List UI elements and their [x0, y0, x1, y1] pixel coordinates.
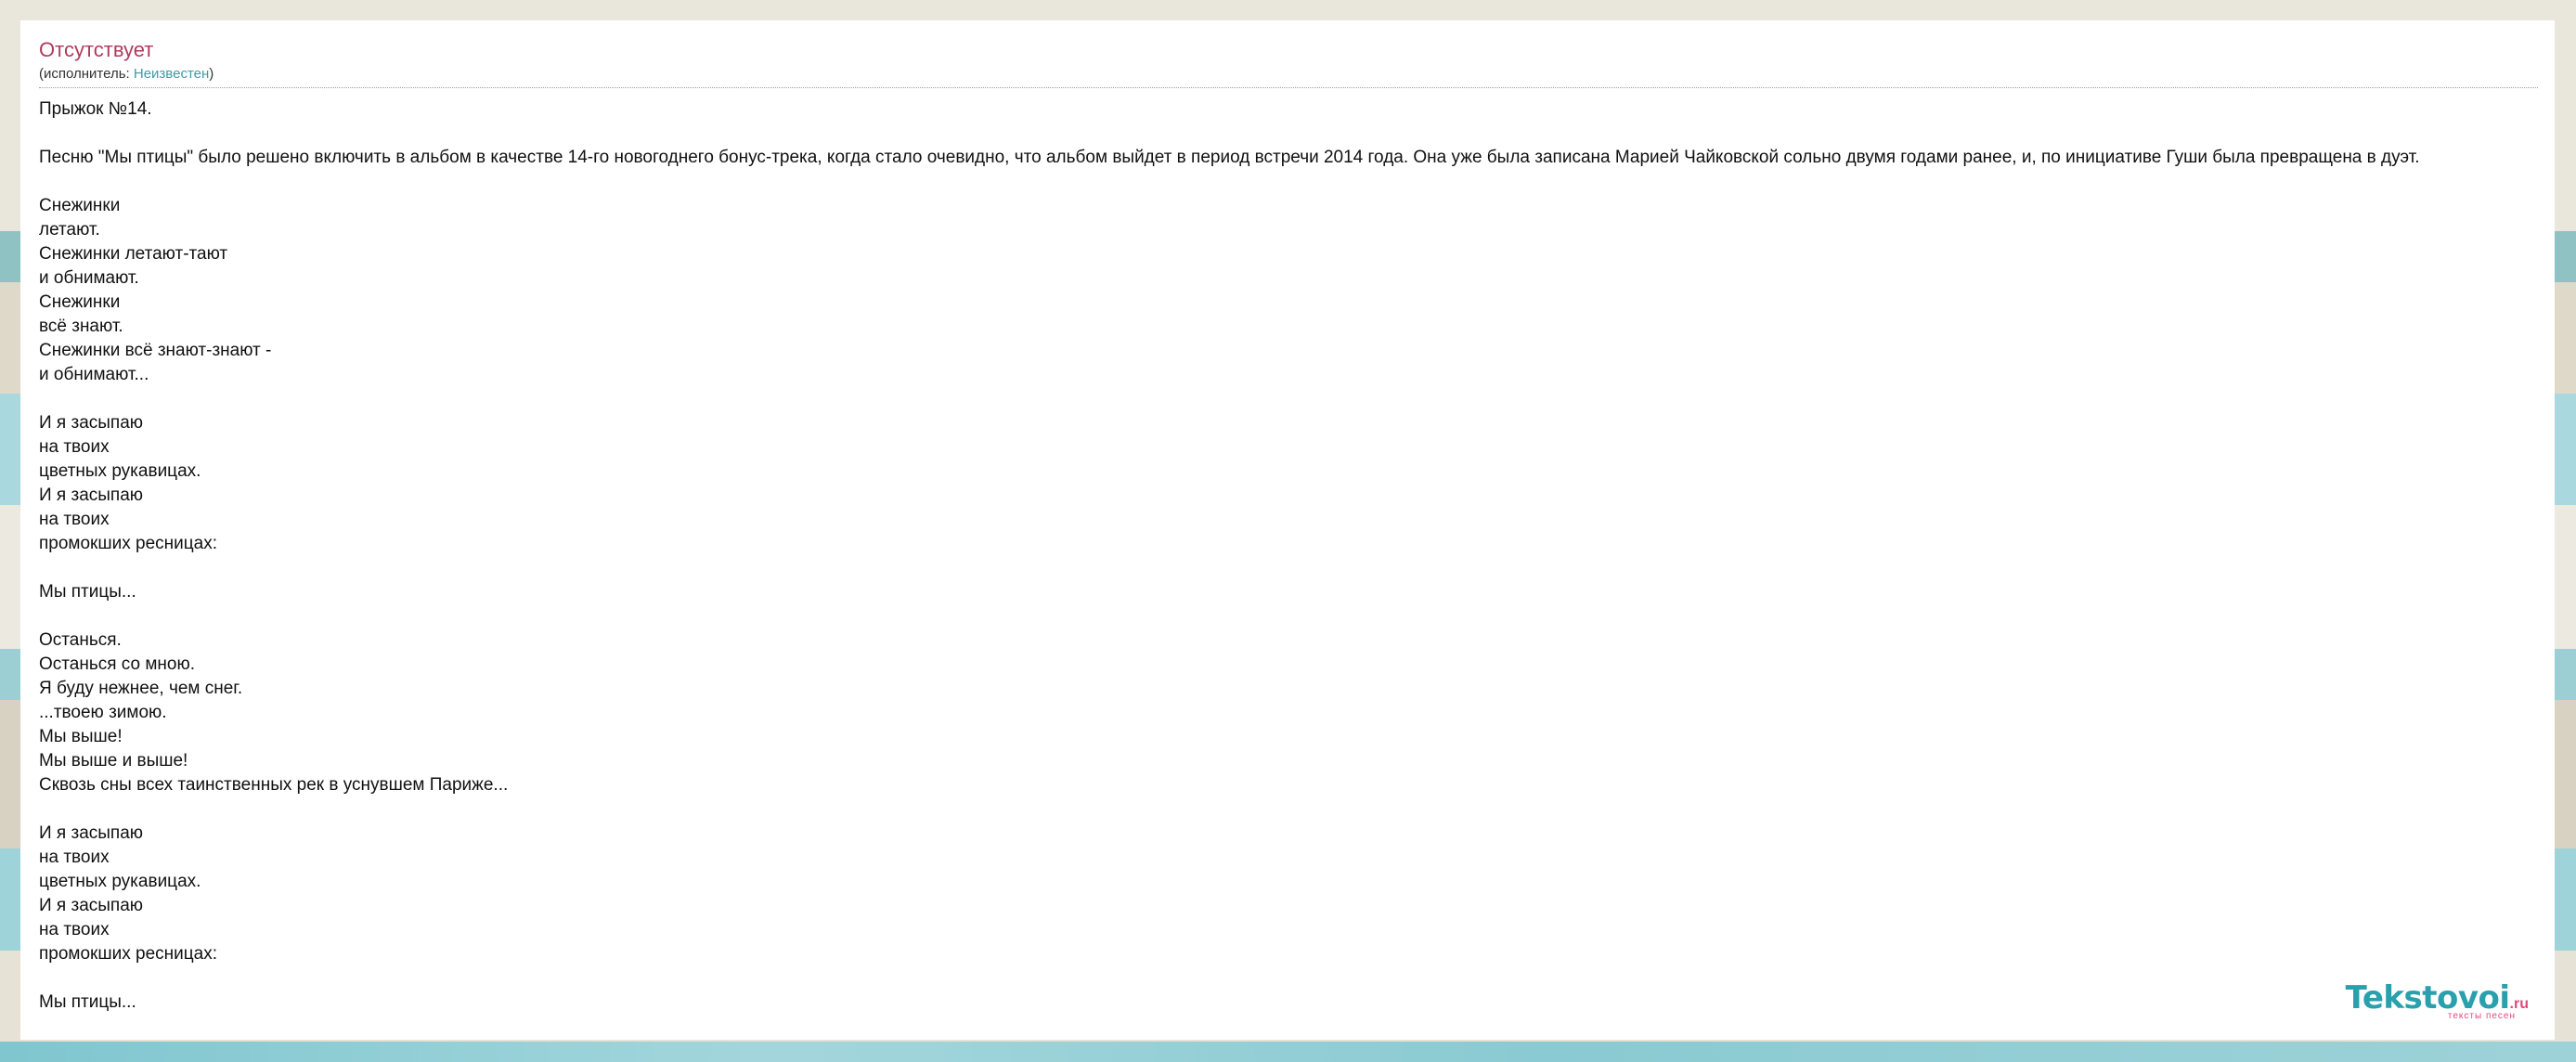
lyrics-text: Прыжок №14. Песню "Мы птицы" было решено… [39, 99, 2420, 1012]
artist-line: (исполнитель: Неизвестен) [39, 65, 2536, 84]
logo-domain: .ru [2509, 996, 2529, 1012]
title-divider [39, 87, 2538, 88]
site-logo[interactable]: Tekstovoi.ru тексты песен [2346, 982, 2529, 1021]
artist-prefix: (исполнитель: [39, 66, 134, 82]
song-title: Отсутствует [39, 38, 154, 61]
artist-suffix: ) [209, 66, 214, 82]
background-strip [0, 1042, 2576, 1062]
lyrics-panel: Отсутствует (исполнитель: Неизвестен) Пр… [20, 20, 2555, 1040]
artist-link[interactable]: Неизвестен [134, 66, 209, 82]
